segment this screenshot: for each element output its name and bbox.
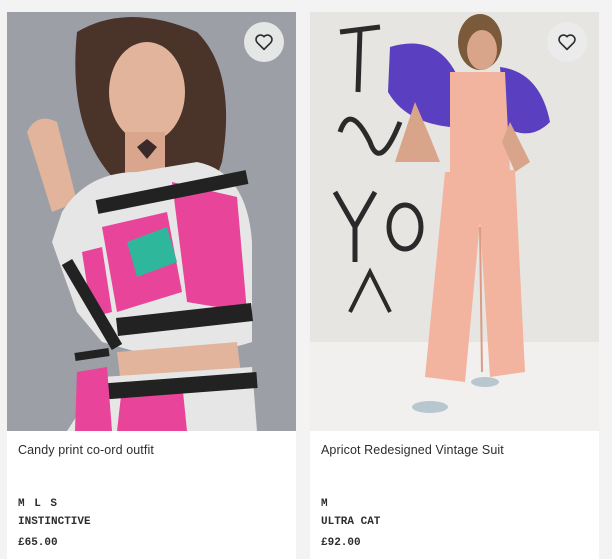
product-image[interactable] <box>310 12 599 431</box>
product-sizes: M <box>321 498 328 510</box>
product-title[interactable]: Apricot Redesigned Vintage Suit <box>321 443 504 457</box>
product-image[interactable] <box>7 12 296 431</box>
product-title[interactable]: Candy print co-ord outfit <box>18 443 154 457</box>
product-price: £92.00 <box>321 537 361 549</box>
heart-icon <box>255 34 273 51</box>
product-brand: ULTRA CAT <box>321 516 381 528</box>
heart-icon <box>558 34 576 51</box>
product-sizes: M L S <box>18 498 58 510</box>
product-brand: INSTINCTIVE <box>18 516 91 528</box>
product-info: Apricot Redesigned Vintage Suit M ULTRA … <box>310 431 599 559</box>
product-photo-candy-outfit <box>7 12 296 431</box>
product-price: £65.00 <box>18 537 58 549</box>
favorite-button[interactable] <box>244 22 284 62</box>
product-card[interactable]: Candy print co-ord outfit M L S INSTINCT… <box>7 12 296 559</box>
product-info: Candy print co-ord outfit M L S INSTINCT… <box>7 431 296 559</box>
product-card[interactable]: Apricot Redesigned Vintage Suit M ULTRA … <box>310 12 599 559</box>
product-photo-apricot-suit <box>310 12 599 431</box>
favorite-button[interactable] <box>547 22 587 62</box>
